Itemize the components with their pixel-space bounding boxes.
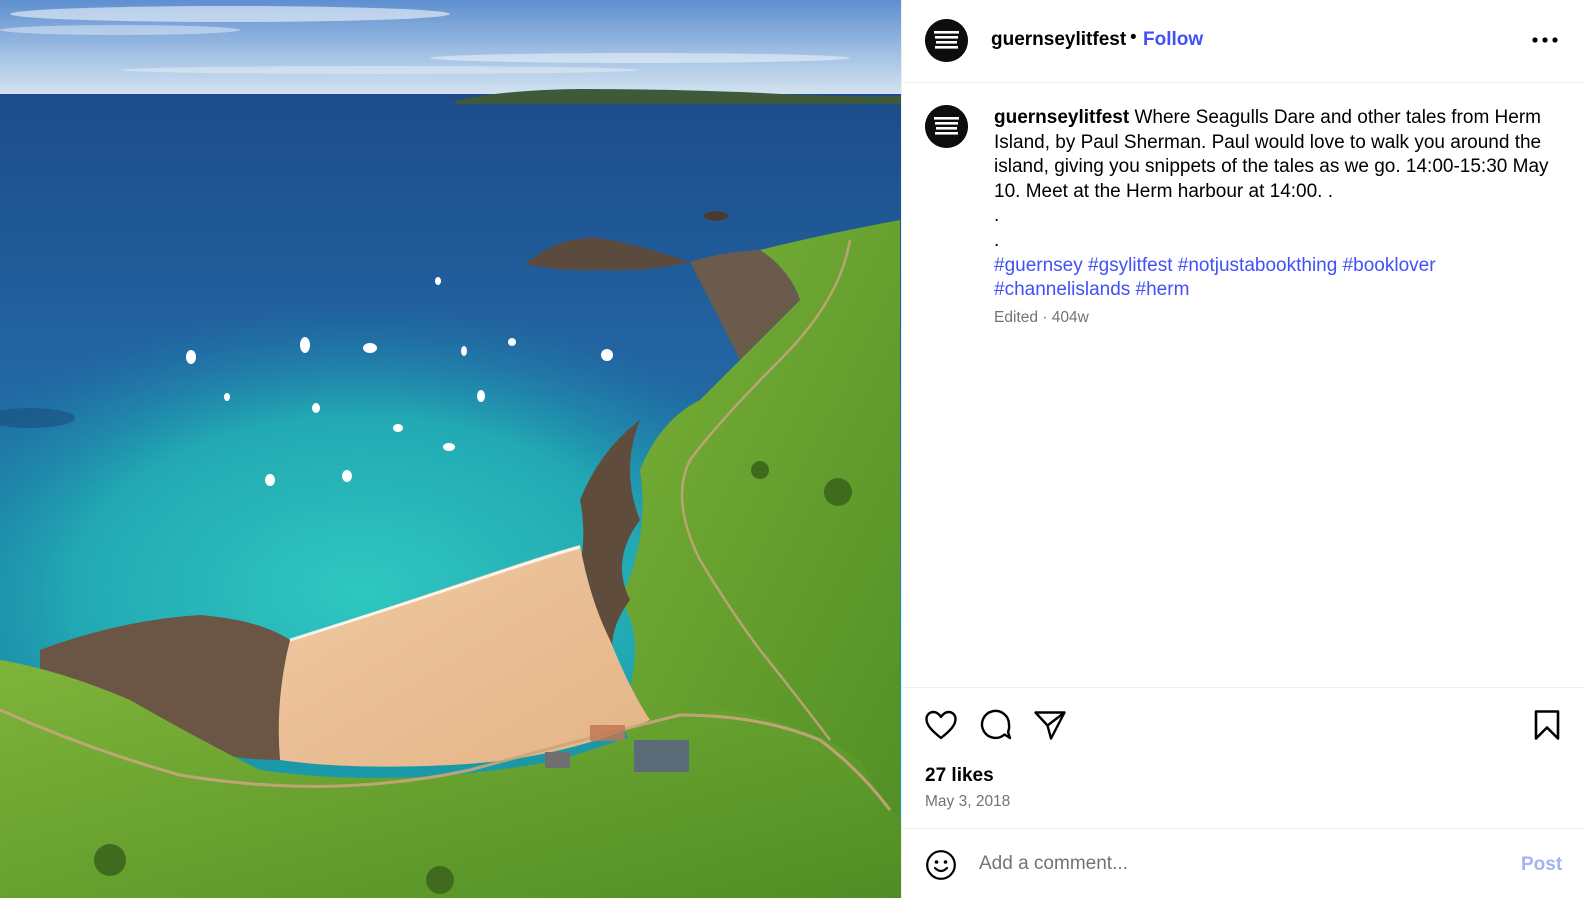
hashtag-link[interactable]: #gsylitfest [1088, 255, 1172, 276]
hashtag-link[interactable]: #booklover [1343, 255, 1436, 276]
avatar[interactable] [925, 19, 968, 62]
more-options-icon[interactable] [1530, 28, 1560, 52]
guernsey-literary-festival-logo [925, 19, 968, 62]
caption-body: guernseylitfest Where Seagulls Dare and … [994, 106, 1554, 303]
follow-button[interactable]: Follow [1143, 29, 1203, 51]
comment-input[interactable] [979, 846, 1499, 882]
post-actions: 27 likes May 3, 2018 [902, 687, 1584, 829]
hashtag-link[interactable]: #channelislands [994, 279, 1130, 300]
caption-avatar[interactable] [925, 105, 968, 148]
post-caption: guernseylitfest Where Seagulls Dare and … [902, 84, 1584, 687]
caption-dot-line: . [994, 229, 1000, 251]
guernsey-literary-festival-logo [925, 105, 968, 148]
caption-dot-line: . [994, 205, 1000, 227]
caption-meta: Edited · 404w [994, 309, 1089, 326]
smiley-icon[interactable] [925, 849, 957, 881]
paper-plane-icon[interactable] [1032, 707, 1068, 743]
post-side-panel: guernseylitfest • Follow guernseylitfest… [901, 0, 1584, 898]
hashtag-list: #guernsey #gsylitfest #notjustabookthing… [994, 254, 1554, 303]
comment-bar: Post [902, 829, 1584, 898]
post-author-username[interactable]: guernseylitfest [991, 29, 1126, 51]
coastal-bay-aerial-image [0, 0, 901, 898]
hashtag-link[interactable]: #notjustabookthing [1178, 255, 1338, 276]
hashtag-link[interactable]: #herm [1136, 279, 1190, 300]
separator-dot: • [1130, 27, 1137, 48]
post-date[interactable]: May 3, 2018 [925, 793, 1010, 811]
comment-bubble-icon[interactable] [978, 707, 1014, 743]
instagram-post: guernseylitfest • Follow guernseylitfest… [0, 0, 1584, 898]
post-comment-button[interactable]: Post [1521, 854, 1562, 876]
likes-count[interactable]: 27 likes [925, 765, 994, 787]
bookmark-icon[interactable] [1529, 707, 1565, 743]
post-header: guernseylitfest • Follow [902, 0, 1584, 83]
caption-username[interactable]: guernseylitfest [994, 107, 1129, 128]
post-photo[interactable] [0, 0, 901, 898]
caption-text-block: guernseylitfest Where Seagulls Dare and … [994, 106, 1554, 204]
hashtag-link[interactable]: #guernsey [994, 255, 1083, 276]
heart-icon[interactable] [923, 707, 959, 743]
